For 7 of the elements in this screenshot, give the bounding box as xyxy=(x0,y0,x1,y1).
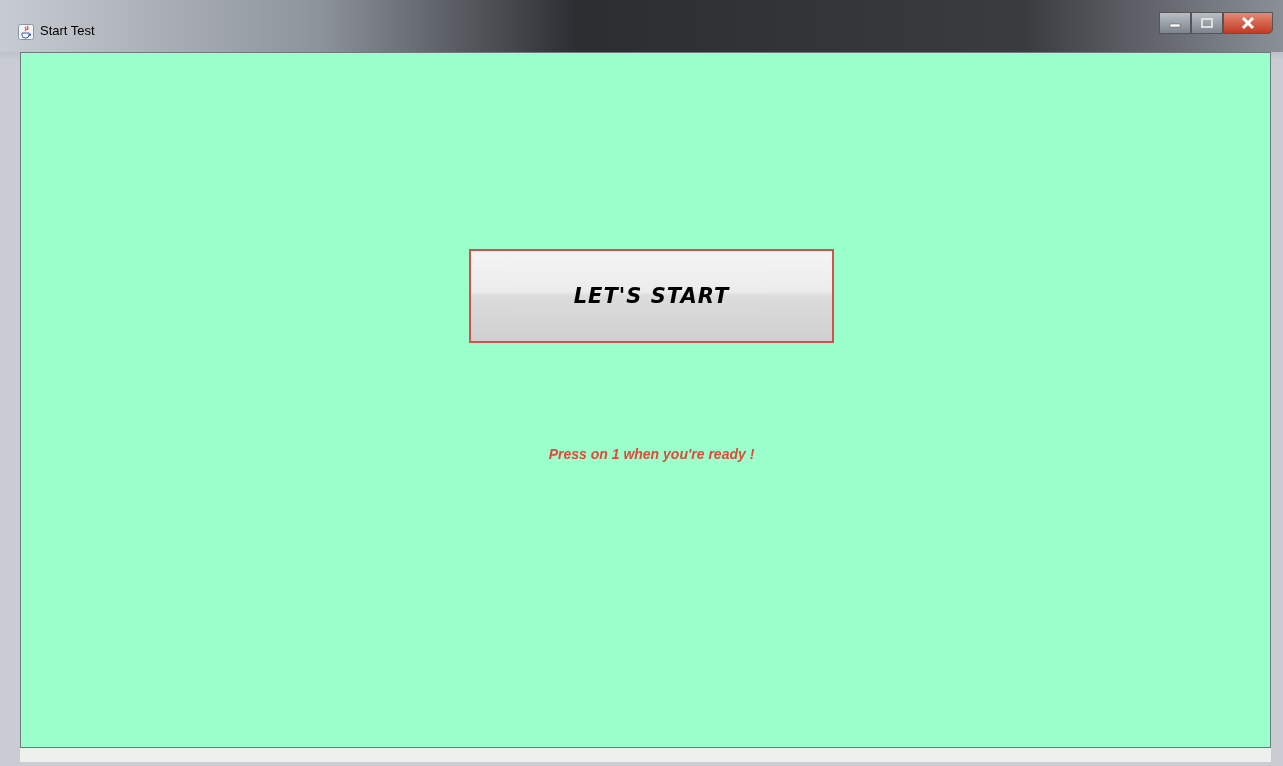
start-button[interactable]: LET'S START xyxy=(469,249,834,343)
minimize-button[interactable] xyxy=(1159,12,1191,34)
close-button[interactable] xyxy=(1223,12,1273,34)
instruction-text: Press on 1 when you're ready ! xyxy=(548,446,755,462)
window-title: Start Test xyxy=(40,23,95,38)
maximize-button[interactable] xyxy=(1191,12,1223,34)
cup-icon xyxy=(18,24,34,40)
